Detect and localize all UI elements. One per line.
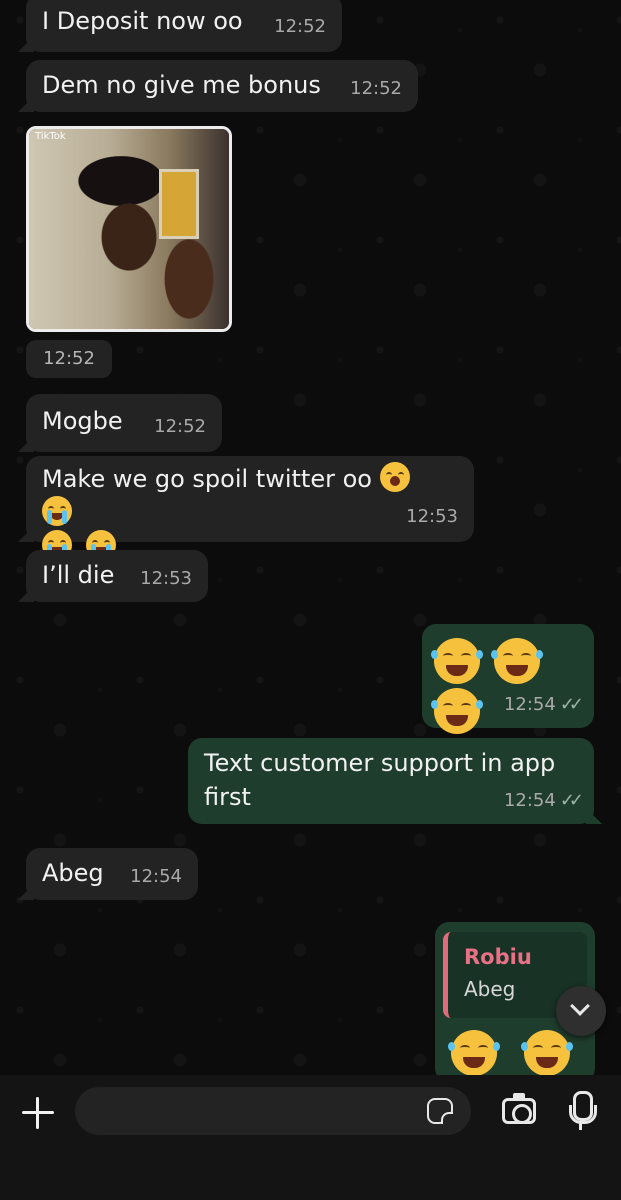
message-text: Dem no give me bonus [42, 71, 321, 99]
message-text: I Deposit now oo [42, 7, 243, 35]
composer-bar [0, 1075, 621, 1200]
video-preview-image [29, 129, 229, 329]
message-text: Text customer support in app first [204, 749, 556, 811]
tiktok-watermark: TikTok [35, 131, 66, 142]
incoming-message[interactable]: Make we go spoil twitter oo 12:53 [26, 456, 474, 560]
scroll-to-bottom-button[interactable] [556, 986, 606, 1036]
message-text: Make we go spoil twitter oo [42, 465, 372, 493]
face-with-tears-of-joy-icon [490, 638, 543, 684]
incoming-message[interactable]: Dem no give me bonus 12:52 [26, 60, 418, 112]
message-time: 12:52 [350, 78, 402, 99]
message-text: Abeg [42, 859, 104, 887]
message-time: 12:52 [154, 416, 206, 437]
message-time: 12:54 [503, 790, 556, 811]
microphone-icon[interactable] [569, 1091, 597, 1131]
wall-frame [159, 169, 199, 239]
chevron-down-icon [570, 996, 590, 1016]
incoming-message[interactable]: I’ll die 12:53 [26, 550, 208, 602]
double-check-icon: ✓✓ [559, 694, 584, 715]
incoming-message[interactable]: I Deposit now oo 12:52 [26, 0, 342, 52]
loudly-crying-face-icon [42, 496, 72, 526]
quoted-text: Abeg [464, 977, 516, 1001]
outgoing-message[interactable]: 12:54 ✓✓ [422, 624, 594, 734]
chat-area[interactable]: I Deposit now oo 12:52 Dem no give me bo… [0, 0, 621, 1075]
message-input[interactable] [75, 1087, 471, 1135]
message-time: 12:53 [406, 506, 458, 527]
message-time: 12:54 [503, 694, 556, 715]
message-time: 12:52 [274, 16, 326, 37]
face-with-tears-of-joy-icon [431, 638, 483, 684]
plus-icon[interactable] [20, 1095, 56, 1131]
media-time: 12:52 [26, 340, 112, 378]
yawning-face-icon [379, 462, 410, 492]
incoming-message[interactable]: Mogbe 12:52 [26, 394, 222, 452]
sticker-icon[interactable] [427, 1098, 453, 1124]
outgoing-message[interactable]: Text customer support in app first 12:54… [188, 738, 594, 824]
face-with-tears-of-joy-icon [431, 688, 483, 734]
message-time: 12:54 [130, 866, 182, 887]
face-with-tears-of-joy-icon [448, 1030, 500, 1075]
message-text: Mogbe [42, 407, 123, 435]
message-text: I’ll die [42, 561, 115, 589]
incoming-message[interactable]: Abeg 12:54 [26, 848, 198, 900]
message-time: 12:53 [140, 568, 192, 589]
video-thumbnail[interactable]: TikTok [26, 126, 232, 332]
face-with-tears-of-joy-icon [521, 1030, 574, 1075]
double-check-icon: ✓✓ [559, 790, 584, 811]
camera-icon[interactable] [502, 1093, 536, 1124]
quoted-sender-name: Robiu [464, 945, 532, 969]
